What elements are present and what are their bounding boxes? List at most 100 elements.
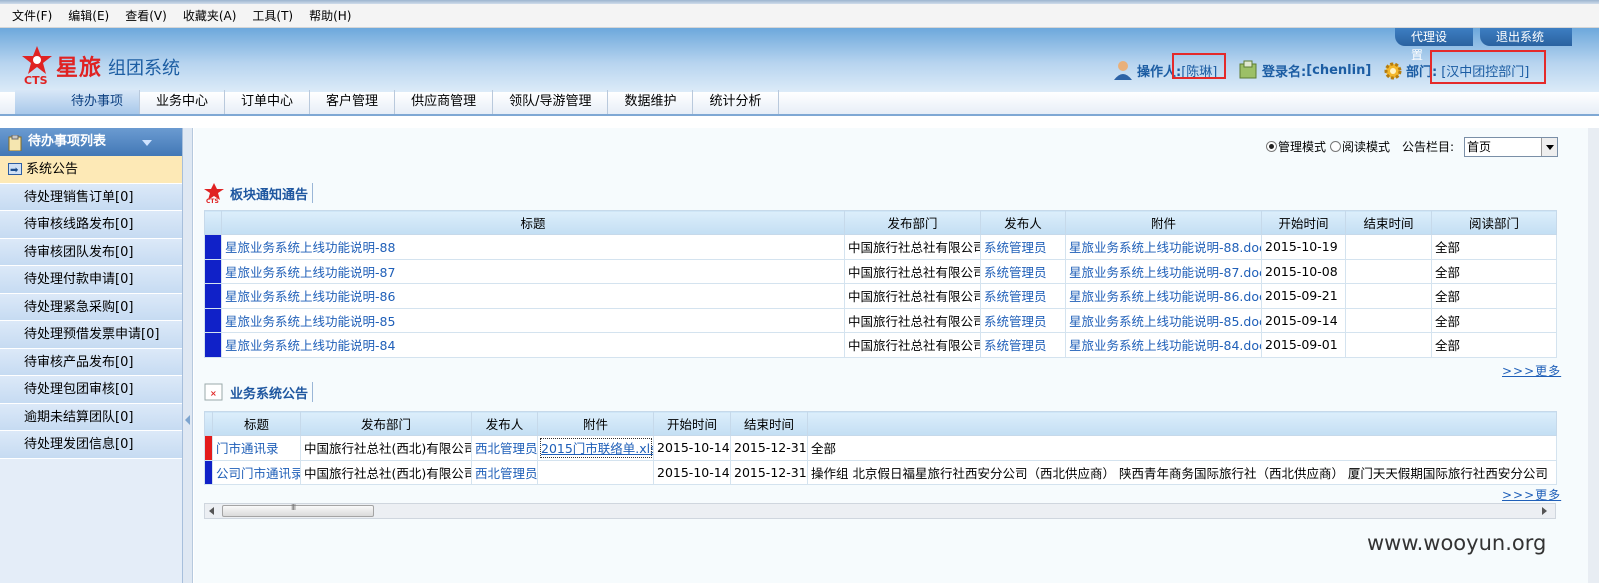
row-marker (204, 258, 222, 284)
proxy-settings-button[interactable]: 代理设置 (1395, 28, 1473, 62)
notice-attachment-link[interactable]: 星旅业务系统上线功能说明-88.doc (1065, 234, 1262, 260)
notice-attachment (537, 459, 654, 485)
notice-author-link[interactable]: 西北管理员 (471, 435, 538, 461)
notice-author-link[interactable]: 系统管理员 (980, 258, 1066, 284)
tab-order-center[interactable]: 订单中心 (225, 90, 311, 114)
menu-edit[interactable]: 编辑(E) (60, 4, 117, 28)
sidebar-item-product-publish[interactable]: 待审核产品发布[0] (0, 348, 182, 376)
notice-title-link[interactable]: 星旅业务系统上线功能说明-84 (221, 332, 845, 358)
notice-dept: 中国旅行社总社有限公司 (844, 283, 981, 309)
col-end: 结束时间 (1345, 210, 1432, 235)
tab-statistics[interactable]: 统计分析 (693, 90, 779, 114)
sidebar-item-route-publish[interactable]: 待审核线路发布[0] (0, 211, 182, 239)
notice-read-dept: 全部 (1431, 234, 1557, 260)
tab-supplier-management[interactable]: 供应商管理 (395, 90, 494, 114)
menu-favorites[interactable]: 收藏夹(A) (175, 4, 245, 28)
notice-title-link[interactable]: 星旅业务系统上线功能说明-88 (221, 234, 845, 260)
notice-end (1345, 283, 1432, 309)
notice-attachment-link[interactable]: 星旅业务系统上线功能说明-87.doc (1065, 258, 1262, 284)
notice-start: 2015-10-19 (1261, 234, 1346, 260)
svg-text:×: × (210, 389, 217, 398)
notice-dept: 中国旅行社总社(西北)有限公司 (300, 435, 472, 461)
sidebar-item-urgent-purchase[interactable]: 待处理紧急采购[0] (0, 293, 182, 321)
notice-column-select[interactable]: 首页 (1464, 137, 1558, 157)
menu-tools[interactable]: 工具(T) (244, 4, 301, 28)
notice-author-link[interactable]: 系统管理员 (980, 332, 1066, 358)
notice-title-link[interactable]: 公司门市通讯录 (212, 459, 301, 485)
notice-attachment-link[interactable]: 星旅业务系统上线功能说明-86.doc (1065, 283, 1262, 309)
vertical-scrollbar[interactable] (1588, 128, 1599, 583)
sidebar-item-label: 系统公告 (26, 161, 79, 177)
login-label: 登录名: (1262, 64, 1307, 80)
notice-attachment-link[interactable]: 星旅业务系统上线功能说明-85.doc (1065, 307, 1262, 333)
notice-start: 2015-10-14 (653, 435, 731, 461)
collapse-arrow-icon[interactable] (185, 415, 190, 425)
sidebar-header[interactable]: 待办事项列表 (0, 128, 182, 156)
notice-author-link[interactable]: 西北管理员 (471, 459, 538, 485)
sidebar-item-system-notice[interactable]: 系统公告 (0, 156, 182, 184)
watermark: www.wooyun.org (1367, 531, 1547, 555)
notice-attachment-link[interactable]: 2015门市联络单.xls (537, 435, 654, 461)
notice-author-link[interactable]: 系统管理员 (980, 307, 1066, 333)
notice-title-link[interactable]: 星旅业务系统上线功能说明-87 (221, 258, 845, 284)
notice-title-link[interactable]: 星旅业务系统上线功能说明-85 (221, 307, 845, 333)
notice-attachment-link[interactable]: 星旅业务系统上线功能说明-84.doc (1065, 332, 1262, 358)
scroll-right-icon[interactable] (1542, 507, 1547, 515)
row-marker (204, 435, 213, 461)
chevron-down-icon[interactable] (142, 140, 152, 146)
tab-business-center[interactable]: 业务中心 (140, 90, 226, 114)
menu-file[interactable]: 文件(F) (4, 4, 60, 28)
notice-read-dept: 全部 (807, 435, 1557, 461)
sidebar-splitter[interactable] (183, 128, 193, 583)
table-row: 星旅业务系统上线功能说明-85 中国旅行社总社有限公司 系统管理员 星旅业务系统… (204, 307, 1557, 333)
more-link-block-notice[interactable]: >>>更多 (1502, 362, 1561, 379)
dropdown-arrow-icon[interactable] (1541, 138, 1557, 156)
scroll-thumb[interactable] (222, 503, 374, 517)
horizontal-scrollbar[interactable] (204, 503, 1556, 519)
tab-todo[interactable]: 待办事项 (15, 90, 141, 114)
cts-logo-icon: CTS (22, 46, 52, 86)
exit-system-button[interactable]: 退出系统 (1480, 28, 1572, 46)
scroll-left-icon[interactable] (209, 507, 214, 515)
notice-dept: 中国旅行社总社有限公司 (844, 234, 981, 260)
block-notice-table: 标题 发布部门 发布人 附件 开始时间 结束时间 阅读部门 星旅业务系统上线功能… (204, 210, 1557, 358)
menu-help[interactable]: 帮助(H) (301, 4, 359, 28)
notice-dept: 中国旅行社总社有限公司 (844, 332, 981, 358)
col-attachment: 附件 (1065, 210, 1262, 235)
manage-mode-label: 管理模式 (1278, 140, 1327, 154)
notice-start: 2015-10-14 (653, 459, 731, 485)
notice-dept: 中国旅行社总社(西北)有限公司 (300, 459, 472, 485)
tab-customer-management[interactable]: 客户管理 (310, 90, 396, 114)
tab-data-maintenance[interactable]: 数据维护 (608, 90, 694, 114)
sidebar-item-departure-info[interactable]: 待处理发团信息[0] (0, 431, 182, 459)
sidebar-item-payment-request[interactable]: 待处理付款申请[0] (0, 266, 182, 294)
main-content: 管理模式 阅读模式 公告栏目: 首页 CTS 板块通知通告 标题 发布部门 发布… (194, 128, 1599, 583)
notice-end (1345, 258, 1432, 284)
menu-view[interactable]: 查看(V) (117, 4, 175, 28)
notice-dept: 中国旅行社总社有限公司 (844, 258, 981, 284)
col-author: 发布人 (980, 210, 1066, 235)
mode-selector: 管理模式 阅读模式 公告栏目: (1266, 138, 1454, 155)
col-start: 开始时间 (653, 411, 731, 436)
notice-title-link[interactable]: 门市通讯录 (212, 435, 301, 461)
sidebar-item-charter-review[interactable]: 待处理包团审核[0] (0, 376, 182, 404)
sidebar-title: 待办事项列表 (28, 134, 107, 149)
sidebar-item-overdue-settlement[interactable]: 逾期未结算团队[0] (0, 403, 182, 431)
section-title-business-notice: × 业务系统公告 (204, 379, 314, 405)
sidebar-item-invoice-request[interactable]: 待处理预借发票申请[0] (0, 321, 182, 349)
row-marker (204, 332, 222, 358)
notice-end (1345, 234, 1432, 260)
col-dept: 发布部门 (300, 411, 472, 436)
notice-author-link[interactable]: 系统管理员 (980, 283, 1066, 309)
row-marker (204, 307, 222, 333)
read-mode-radio[interactable] (1330, 141, 1342, 152)
sidebar-item-team-publish[interactable]: 待审核团队发布[0] (0, 238, 182, 266)
manage-mode-radio[interactable] (1266, 141, 1277, 152)
tab-guide-management[interactable]: 领队/导游管理 (493, 90, 609, 114)
notice-title-link[interactable]: 星旅业务系统上线功能说明-86 (221, 283, 845, 309)
more-link-business-notice[interactable]: >>>更多 (1502, 486, 1561, 503)
notice-end: 2015-12-31 (730, 435, 808, 461)
notice-author-link[interactable]: 系统管理员 (980, 234, 1066, 260)
login-value: [chenlin] (1306, 62, 1372, 78)
sidebar-item-sales-orders[interactable]: 待处理销售订单[0] (0, 183, 182, 211)
